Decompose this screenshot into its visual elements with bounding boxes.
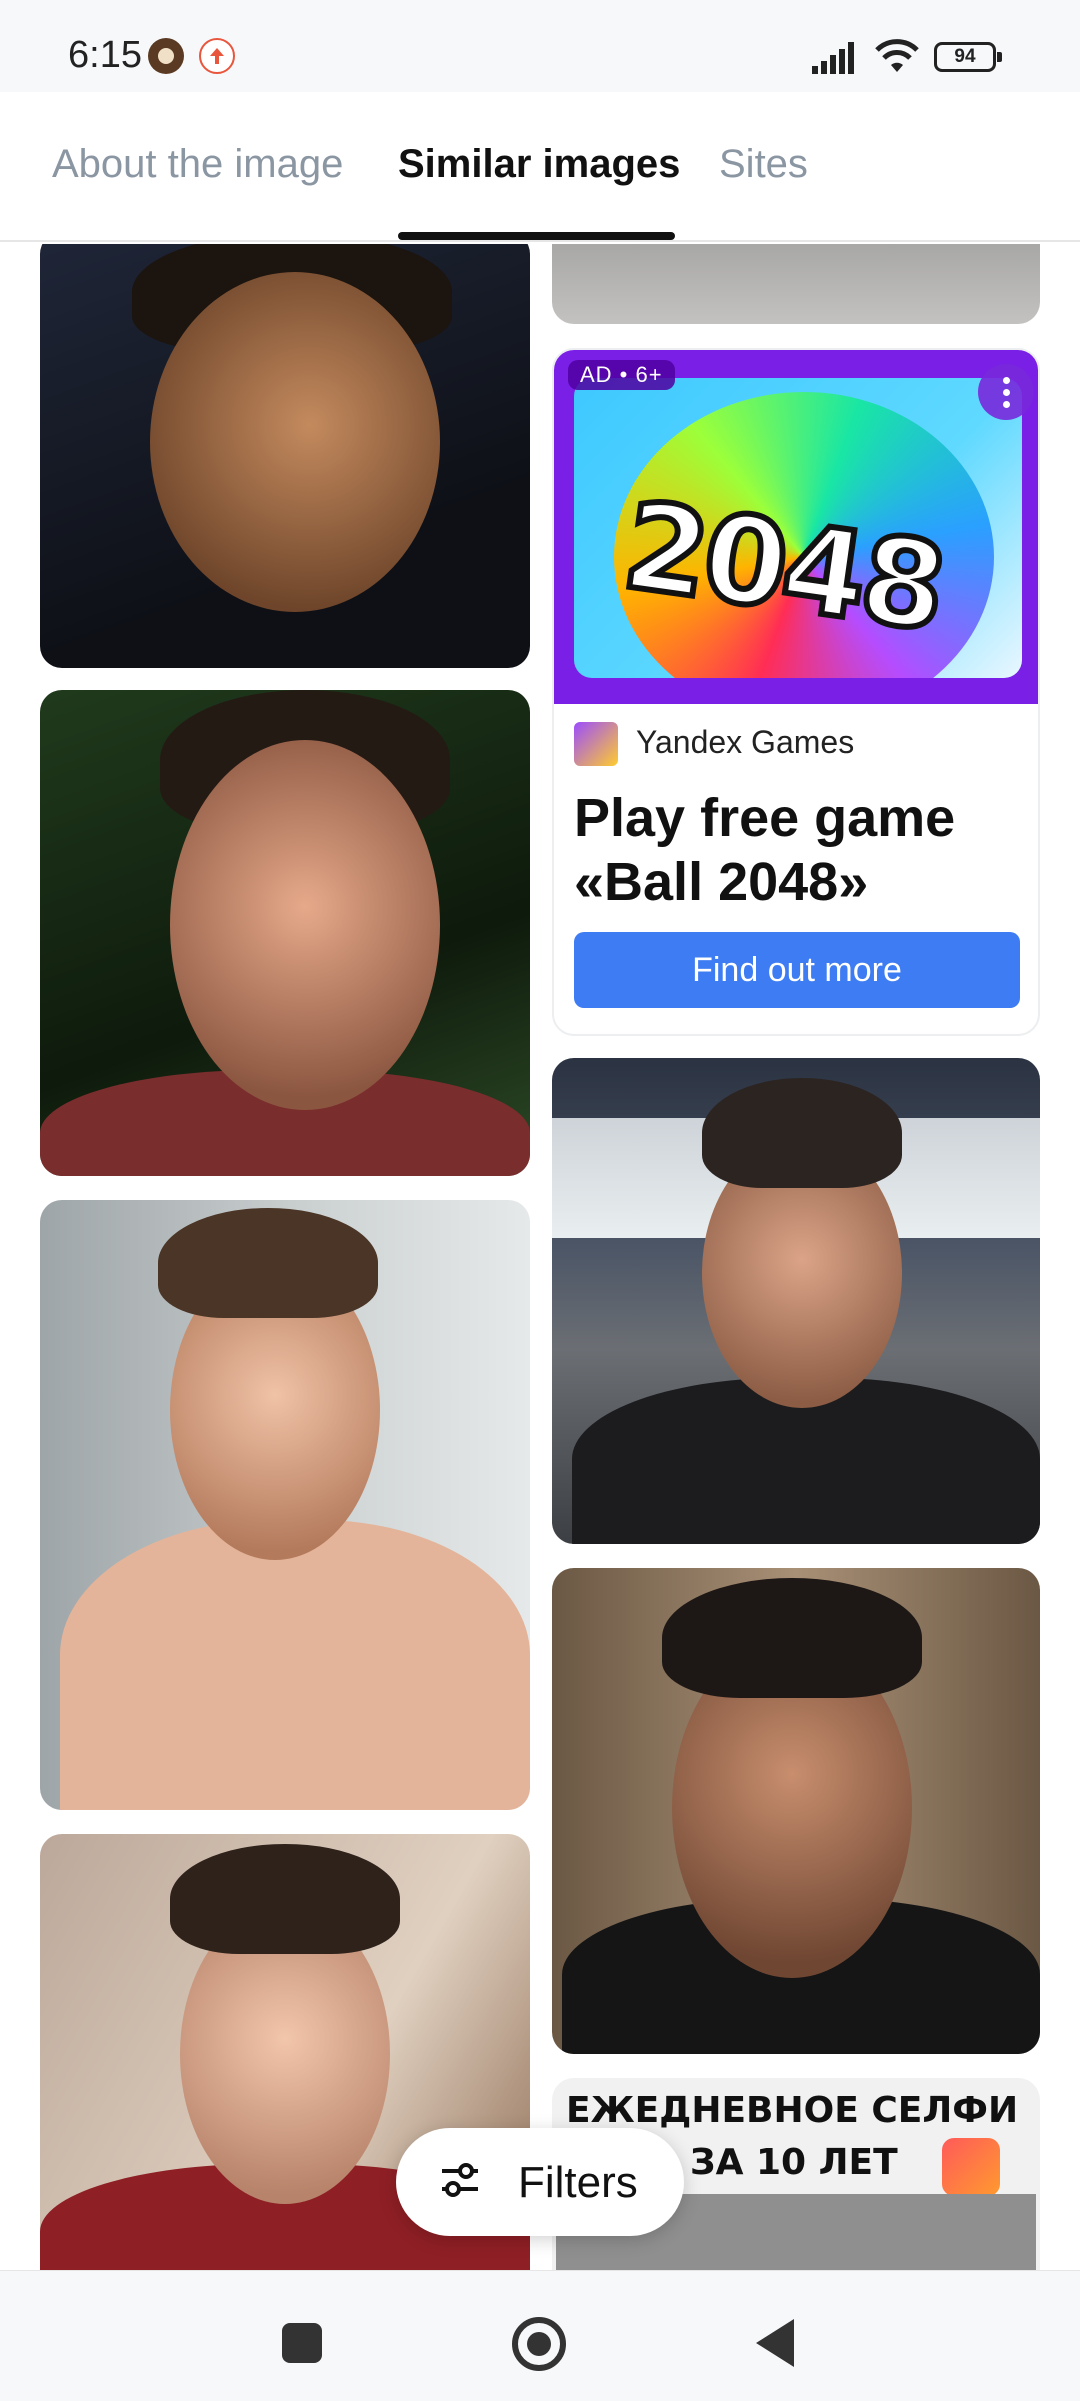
- selfie-tile-line2: ЗА 10 ЛЕТ: [690, 2142, 898, 2183]
- ad-game-art: 2048: [574, 378, 1022, 678]
- ad-source-name: Yandex Games: [636, 724, 855, 760]
- selfie-tile-line1: ЕЖЕДНЕВНОЕ СЕЛФИ: [566, 2090, 1019, 2131]
- back-icon[interactable]: [756, 2319, 794, 2367]
- find-out-more-button[interactable]: Find out more: [574, 932, 1020, 1008]
- ad-title[interactable]: Play free game «Ball 2048»: [574, 786, 1034, 914]
- lion-badge-icon: [148, 38, 184, 74]
- image-hair: [158, 1208, 378, 1318]
- filters-label: Filters: [518, 2158, 638, 2207]
- tab-sites[interactable]: Sites: [719, 142, 808, 187]
- image-hair: [662, 1578, 922, 1698]
- camera-icon: [942, 2138, 1000, 2196]
- tab-similar-images[interactable]: Similar images: [398, 142, 680, 187]
- image-tile[interactable]: [552, 244, 1040, 324]
- image-tile[interactable]: [552, 1568, 1040, 2054]
- tabs-bar: About the image Similar images Sites: [0, 92, 1080, 242]
- recents-icon[interactable]: [282, 2323, 322, 2363]
- sliders-icon: [442, 2163, 478, 2197]
- wifi-icon: [875, 39, 919, 72]
- filters-button[interactable]: Filters: [396, 2128, 684, 2236]
- status-bar: 6:15 94: [0, 0, 1080, 92]
- image-hair: [170, 1844, 400, 1954]
- image-face: [170, 740, 440, 1110]
- status-time: 6:15: [68, 34, 142, 76]
- yandex-games-logo-icon: [574, 722, 618, 766]
- home-icon[interactable]: [512, 2317, 566, 2371]
- similar-images-grid: 2048 AD • 6+ Yandex Games Play free game…: [0, 244, 1080, 2270]
- upload-icon: [199, 38, 235, 74]
- image-tile[interactable]: [40, 1200, 530, 1810]
- image-face: [150, 272, 440, 612]
- image-body: [60, 1520, 530, 1810]
- battery-level: 94: [954, 46, 976, 67]
- image-hair: [702, 1078, 902, 1188]
- ad-image[interactable]: 2048 AD • 6+: [554, 350, 1038, 704]
- ad-label: AD • 6+: [568, 360, 675, 390]
- battery-icon: 94: [934, 42, 1002, 72]
- system-nav-bar: [0, 2270, 1080, 2401]
- image-tile[interactable]: [40, 690, 530, 1176]
- active-tab-indicator: [398, 232, 675, 240]
- image-tile[interactable]: [40, 244, 530, 668]
- more-options-icon[interactable]: [978, 364, 1034, 420]
- image-tile[interactable]: [552, 1058, 1040, 1544]
- signal-icon: [812, 42, 854, 74]
- tab-about-the-image[interactable]: About the image: [52, 142, 343, 187]
- ad-card[interactable]: 2048 AD • 6+ Yandex Games Play free game…: [552, 348, 1040, 1036]
